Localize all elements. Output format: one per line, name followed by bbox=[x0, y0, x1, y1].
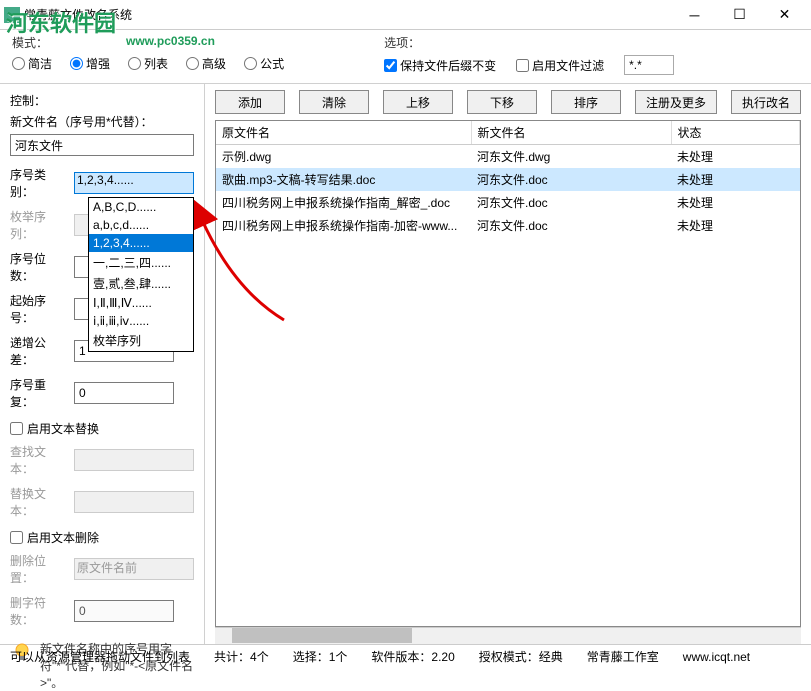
add-button[interactable]: 添加 bbox=[215, 90, 285, 114]
window-title: 常青藤文件改名系统 bbox=[24, 6, 672, 23]
replace-combo bbox=[74, 491, 194, 513]
status-selected: 选择：1个 bbox=[293, 648, 348, 665]
col-new[interactable]: 新文件名 bbox=[471, 121, 671, 145]
status-site: www.icqt.net bbox=[683, 650, 750, 664]
seq-type-dropdown[interactable]: A,B,C,D......a,b,c,d......1,2,3,4......一… bbox=[88, 197, 194, 352]
find-combo bbox=[74, 449, 194, 471]
del-pos-label: 删除位置： bbox=[10, 552, 68, 586]
options-label: 选项： bbox=[384, 34, 674, 51]
enum-seq-label: 枚举序列： bbox=[10, 208, 68, 242]
up-button[interactable]: 上移 bbox=[383, 90, 453, 114]
statusbar: 可以从资源管理器拖动文件到列表 共计：4个 选择：1个 软件版本：2.20 授权… bbox=[0, 644, 811, 668]
enable-replace-checkbox[interactable]: 启用文本替换 bbox=[10, 420, 194, 437]
execute-button[interactable]: 执行改名 bbox=[731, 90, 801, 114]
col-status[interactable]: 状态 bbox=[671, 121, 800, 145]
maximize-button[interactable]: ☐ bbox=[717, 1, 762, 29]
mode-enhanced[interactable]: 增强 bbox=[70, 55, 110, 72]
dropdown-option[interactable]: 壹,贰,叁,肆...... bbox=[89, 273, 193, 294]
register-button[interactable]: 注册及更多 bbox=[635, 90, 717, 114]
seq-type-label: 序号类别： bbox=[10, 166, 68, 200]
table-row[interactable]: 示例.dwg河东文件.dwg未处理 bbox=[216, 145, 800, 169]
table-row[interactable]: 四川税务网上申报系统操作指南_解密_.doc河东文件.doc未处理 bbox=[216, 191, 800, 214]
mode-formula[interactable]: 公式 bbox=[244, 55, 284, 72]
status-drag-hint: 可以从资源管理器拖动文件到列表 bbox=[10, 648, 190, 665]
mode-advanced[interactable]: 高级 bbox=[186, 55, 226, 72]
close-button[interactable]: ✕ bbox=[762, 1, 807, 29]
find-label: 查找文本： bbox=[10, 443, 68, 477]
seq-type-combo[interactable]: 1,2,3,4...... bbox=[74, 172, 194, 194]
table-row[interactable]: 歌曲.mp3-文稿-转写结果.doc河东文件.doc未处理 bbox=[216, 168, 800, 191]
down-button[interactable]: 下移 bbox=[467, 90, 537, 114]
minimize-button[interactable]: ─ bbox=[672, 1, 717, 29]
dropdown-option[interactable]: A,B,C,D...... bbox=[89, 198, 193, 216]
dropdown-option[interactable]: 枚举序列 bbox=[89, 330, 193, 351]
del-chars-spinner bbox=[74, 600, 174, 622]
filter-input[interactable] bbox=[624, 55, 674, 75]
del-chars-label: 删字符数： bbox=[10, 594, 68, 628]
dropdown-option[interactable]: ⅰ,ⅱ,ⅲ,ⅳ...... bbox=[89, 312, 193, 330]
del-pos-combo: 原文件名前 bbox=[74, 558, 194, 580]
seq-digits-label: 序号位数： bbox=[10, 250, 68, 284]
clear-button[interactable]: 清除 bbox=[299, 90, 369, 114]
dropdown-option[interactable]: 1,2,3,4...... bbox=[89, 234, 193, 252]
keep-ext-checkbox[interactable]: 保持文件后缀不变 bbox=[384, 57, 496, 74]
dropdown-option[interactable]: a,b,c,d...... bbox=[89, 216, 193, 234]
file-table[interactable]: 原文件名 新文件名 状态 示例.dwg河东文件.dwg未处理歌曲.mp3-文稿-… bbox=[215, 120, 801, 627]
app-icon bbox=[4, 7, 20, 23]
sort-button[interactable]: 排序 bbox=[551, 90, 621, 114]
mode-list[interactable]: 列表 bbox=[128, 55, 168, 72]
mode-simple[interactable]: 简洁 bbox=[12, 55, 52, 72]
dropdown-option[interactable]: Ⅰ,Ⅱ,Ⅲ,Ⅳ...... bbox=[89, 294, 193, 312]
col-orig[interactable]: 原文件名 bbox=[216, 121, 471, 145]
replace-label: 替换文本： bbox=[10, 485, 68, 519]
enable-filter-checkbox[interactable]: 启用文件过滤 bbox=[516, 57, 604, 74]
newname-input[interactable] bbox=[10, 134, 194, 156]
status-studio: 常青藤工作室 bbox=[587, 648, 659, 665]
control-label: 控制： bbox=[10, 92, 194, 109]
horizontal-scrollbar[interactable] bbox=[215, 627, 801, 644]
titlebar: 常青藤文件改名系统 ─ ☐ ✕ bbox=[0, 0, 811, 30]
status-license: 授权模式：经典 bbox=[479, 648, 563, 665]
repeat-spinner[interactable] bbox=[74, 382, 174, 404]
enable-delete-checkbox[interactable]: 启用文本删除 bbox=[10, 529, 194, 546]
dropdown-option[interactable]: 一,二,三,四...... bbox=[89, 252, 193, 273]
start-seq-label: 起始序号： bbox=[10, 292, 68, 326]
table-row[interactable]: 四川税务网上申报系统操作指南-加密-www...河东文件.doc未处理 bbox=[216, 214, 800, 237]
status-version: 软件版本：2.20 bbox=[371, 648, 454, 665]
mode-label: 模式： bbox=[12, 34, 284, 51]
status-total: 共计：4个 bbox=[214, 648, 269, 665]
repeat-label: 序号重复： bbox=[10, 376, 68, 410]
newname-label: 新文件名（序号用*代替）： bbox=[10, 113, 194, 130]
step-label: 递增公差： bbox=[10, 334, 68, 368]
